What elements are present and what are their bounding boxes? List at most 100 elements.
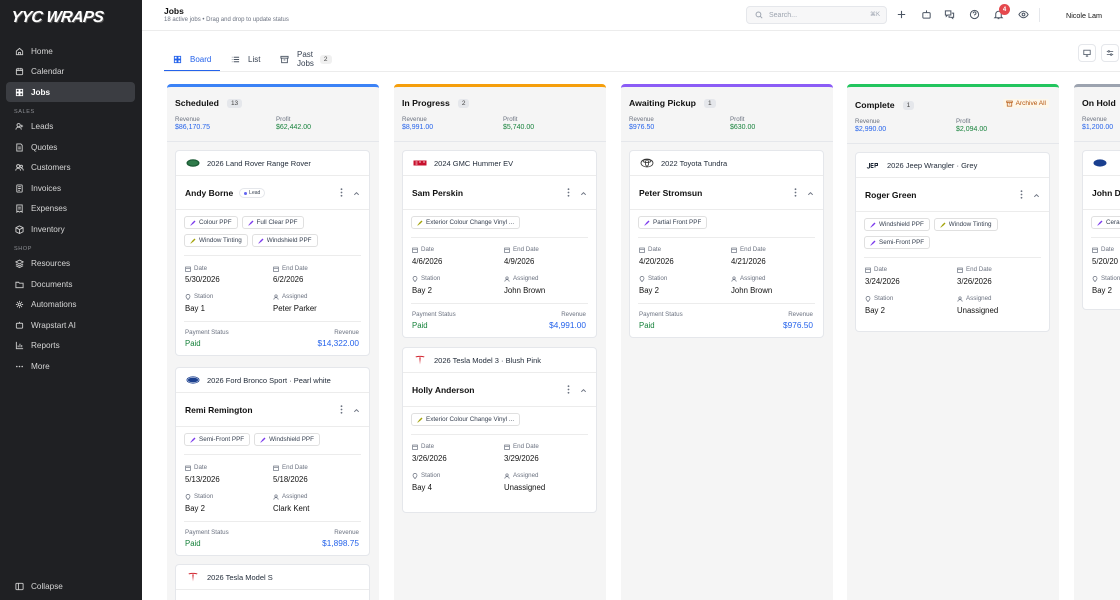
jeep-logo-icon: [866, 160, 880, 170]
job-card[interactable]: 2026 Jeep Wrangler · Grey Roger Green Wi…: [855, 152, 1050, 332]
vehicle-name: 2024 GMC Hummer EV: [434, 158, 514, 168]
user-menu[interactable]: Nicole Lam: [1066, 11, 1102, 20]
card-revenue-label: Revenue: [334, 329, 359, 336]
more-options-icon[interactable]: [794, 188, 797, 197]
job-card[interactable]: 2022 Toyota Tundra Peter Stromsun Partia…: [629, 150, 824, 338]
date-value: 3/26/2026: [412, 454, 447, 463]
more-options-icon[interactable]: [567, 385, 570, 394]
sidebar-item-customers[interactable]: Customers: [6, 158, 135, 178]
vehicle-row: 2022 Toyota Tundra: [630, 151, 823, 176]
profit-value: $5,740.00: [503, 124, 535, 131]
field-label-text: End Date: [282, 265, 308, 272]
sidebar-item-label: Reports: [31, 341, 60, 350]
service-tag: Partial Front PPF: [638, 216, 708, 229]
sidebar-item-resources[interactable]: Resources: [6, 254, 135, 274]
sidebar-item-reports[interactable]: Reports: [6, 336, 135, 356]
job-card[interactable]: John D Cera Date 5/20/20 Station Bay 2: [1082, 150, 1120, 310]
chevron-up-icon[interactable]: [353, 190, 360, 197]
service-tag-label: Windshield PPF: [269, 436, 314, 443]
brush-icon: [247, 220, 257, 226]
sidebar-item-label: Home: [31, 46, 53, 56]
help-icon[interactable]: [969, 9, 980, 20]
job-card[interactable]: 2026 Tesla Model 3 · Blush Pink Holly An…: [402, 347, 597, 513]
archive-icon: [1005, 100, 1016, 107]
customer-name-text: Holly Anderson: [412, 385, 475, 395]
divider: [184, 521, 361, 522]
collapse-button[interactable]: Collapse: [15, 582, 63, 591]
filter-settings-button[interactable]: [1101, 44, 1119, 62]
sidebar-item-calendar[interactable]: Calendar: [6, 62, 135, 82]
assigned-value: Unassigned: [957, 306, 999, 315]
assigned-label: Assigned: [731, 275, 765, 282]
date-label: Date: [639, 246, 661, 253]
customer-name[interactable]: John D: [1092, 188, 1120, 198]
tab-past-jobs[interactable]: Past Jobs 2: [280, 47, 332, 71]
station-label: Station: [412, 275, 440, 282]
more-options-icon[interactable]: [567, 188, 570, 197]
sidebar-item-expenses[interactable]: Expenses: [6, 199, 135, 219]
customer-name[interactable]: Remi Remington: [185, 405, 253, 415]
customer-name[interactable]: Roger Green: [865, 190, 917, 200]
service-tag: Exterior Colour Change Vinyl ...: [411, 413, 521, 426]
customer-name-text: Peter Stromsun: [639, 188, 703, 198]
chevron-up-icon[interactable]: [1033, 192, 1040, 199]
service-tag-label: Colour PPF: [199, 219, 232, 226]
customer-name-text: Remi Remington: [185, 405, 253, 415]
chat-icon[interactable]: [944, 9, 955, 20]
brush-icon: [190, 437, 199, 443]
sidebar-item-inventory[interactable]: Inventory: [6, 219, 135, 239]
sidebar-item-wrapstart-ai[interactable]: Wrapstart AI: [6, 315, 135, 335]
sidebar-item-invoices[interactable]: Invoices: [6, 178, 135, 198]
vehicle-name: 2026 Tesla Model 3 · Blush Pink: [434, 355, 542, 365]
customer-name[interactable]: Peter Stromsun: [639, 188, 702, 198]
search-input[interactable]: Search... ⌘K: [746, 6, 887, 24]
card-revenue-label: Revenue: [561, 311, 586, 318]
more-options-icon[interactable]: [340, 188, 343, 197]
display-view-button[interactable]: [1078, 44, 1096, 62]
assigned-label: Assigned: [273, 493, 307, 500]
land-rover-logo-icon: [186, 158, 200, 168]
date-label: Date: [412, 246, 434, 253]
plus-icon[interactable]: [896, 9, 907, 20]
vehicle-name: 2026 Land Rover Range Rover: [207, 158, 311, 168]
lead-badge: Lead: [239, 188, 266, 198]
archive-all-button[interactable]: Archive All: [1002, 99, 1049, 108]
chevron-up-icon[interactable]: [580, 387, 587, 394]
column-title: Scheduled 13: [175, 98, 243, 108]
more-options-icon[interactable]: [1020, 190, 1023, 199]
divider: [184, 321, 361, 322]
layers-icon: [15, 259, 24, 268]
calendar-icon: [1092, 247, 1101, 253]
chevron-up-icon[interactable]: [580, 190, 587, 197]
user-plus-icon: [15, 122, 24, 131]
customer-name[interactable]: Sam Perskin: [412, 188, 463, 198]
sidebar-item-leads[interactable]: Leads: [6, 117, 135, 137]
tab-list[interactable]: List: [231, 47, 260, 71]
job-card[interactable]: 2026 Land Rover Range Rover Andy Borne L…: [175, 150, 370, 356]
job-card[interactable]: 2026 Ford Bronco Sport · Pearl white Rem…: [175, 367, 370, 556]
customer-name[interactable]: Andy Borne Lead: [185, 188, 266, 198]
sidebar-item-automations[interactable]: Automations: [6, 295, 135, 315]
job-card[interactable]: 2026 Tesla Model S: [175, 564, 370, 600]
more-options-icon[interactable]: [340, 405, 343, 414]
sidebar-item-quotes[interactable]: Quotes: [6, 137, 135, 157]
profit-value: $62,442.00: [276, 124, 312, 131]
tab-board[interactable]: Board: [173, 47, 211, 71]
sidebar-item-more[interactable]: More: [6, 356, 135, 376]
column-count-badge: 2: [457, 98, 470, 108]
end-date-value: 6/2/2026: [273, 275, 304, 284]
brand-logo[interactable]: YYC WRAPS: [10, 8, 104, 28]
job-card[interactable]: 2024 GMC Hummer EV Sam Perskin Exterior …: [402, 150, 597, 338]
chevron-up-icon[interactable]: [353, 407, 360, 414]
chevron-up-icon[interactable]: [807, 190, 814, 197]
column-title: Complete 1: [855, 100, 915, 110]
eye-icon[interactable]: [1018, 9, 1029, 20]
field-label-text: Date: [421, 246, 435, 253]
customer-name[interactable]: Holly Anderson: [412, 385, 475, 395]
service-tag-label: Windshield PPF: [266, 237, 312, 244]
sidebar-item-documents[interactable]: Documents: [6, 274, 135, 294]
customer-row: John D: [1083, 176, 1120, 210]
sidebar-item-home[interactable]: Home: [6, 41, 135, 61]
bot-icon[interactable]: [921, 9, 932, 20]
sidebar-item-jobs[interactable]: Jobs: [6, 82, 135, 102]
